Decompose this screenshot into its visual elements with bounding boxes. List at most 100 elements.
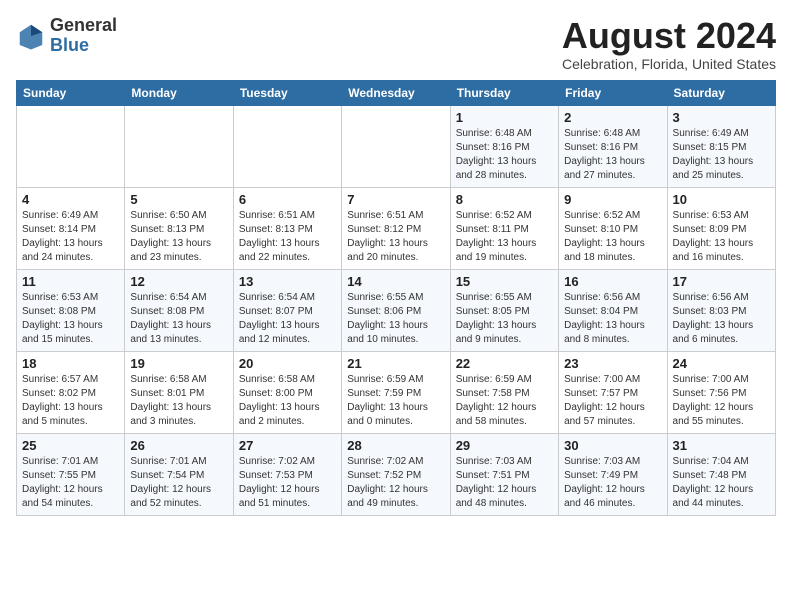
calendar-cell [125, 105, 233, 187]
day-number: 10 [673, 192, 770, 207]
day-info: Sunrise: 6:56 AM Sunset: 8:04 PM Dayligh… [564, 291, 661, 347]
calendar-cell: 14Sunrise: 6:55 AM Sunset: 8:06 PM Dayli… [342, 269, 450, 351]
calendar-cell: 29Sunrise: 7:03 AM Sunset: 7:51 PM Dayli… [450, 433, 558, 515]
calendar-cell: 6Sunrise: 6:51 AM Sunset: 8:13 PM Daylig… [233, 187, 341, 269]
logo-general-text: General [50, 16, 117, 36]
logo: General Blue [16, 16, 117, 56]
calendar-cell: 26 Sunrise: 7:01 AM Sunset: 7:54 PM Dayli… [125, 433, 233, 515]
calendar-cell: 12 Sunrise: 6:54 AM Sunset: 8:08 PM Dayli… [125, 269, 233, 351]
day-number: 26 [130, 438, 227, 453]
day-info: Sunrise: 6:52 AM Sunset: 8:11 PM Dayligh… [456, 209, 553, 265]
day-info: Sunrise: 7:02 AM Sunset: 7:52 PM Dayligh… [347, 455, 444, 511]
day-info: Sunrise: 6:55 AM Sunset: 8:06 PM Dayligh… [347, 291, 444, 347]
day-number: 20 [239, 356, 336, 371]
day-number: 25 [22, 438, 119, 453]
day-info: Sunrise: 6:49 AM Sunset: 8:15 PM Dayligh… [673, 127, 770, 183]
day-info: Sunrise: 6:50 AM Sunset: 8:13 PM Dayligh… [130, 209, 227, 265]
day-info: Sunrise: 6:57 AM Sunset: 8:02 PM Dayligh… [22, 373, 119, 429]
day-number: 12 [130, 274, 227, 289]
day-info: Sunrise: 7:04 AM Sunset: 7:48 PM Dayligh… [673, 455, 770, 511]
day-number: 28 [347, 438, 444, 453]
calendar-cell: 22 Sunrise: 6:59 AM Sunset: 7:58 PM Dayli… [450, 351, 558, 433]
calendar-cell [17, 105, 125, 187]
calendar-cell: 25Sunrise: 7:01 AM Sunset: 7:55 PM Dayli… [17, 433, 125, 515]
day-info: Sunrise: 6:51 AM Sunset: 8:13 PM Dayligh… [239, 209, 336, 265]
calendar-week-row: 11 Sunrise: 6:53 AM Sunset: 8:08 PM Dayli… [17, 269, 776, 351]
day-info: Sunrise: 6:58 AM Sunset: 8:01 PM Dayligh… [130, 373, 227, 429]
calendar-cell: 15Sunrise: 6:55 AM Sunset: 8:05 PM Dayli… [450, 269, 558, 351]
day-info: Sunrise: 6:53 AM Sunset: 8:08 PM Dayligh… [22, 291, 119, 347]
weekday-header-friday: Friday [559, 80, 667, 105]
day-number: 21 [347, 356, 444, 371]
calendar-cell: 24 Sunrise: 7:00 AM Sunset: 7:56 PM Dayli… [667, 351, 775, 433]
day-number: 19 [130, 356, 227, 371]
day-number: 23 [564, 356, 661, 371]
calendar-week-row: 1 Sunrise: 6:48 AM Sunset: 8:16 PM Daylig… [17, 105, 776, 187]
calendar-week-row: 18 Sunrise: 6:57 AM Sunset: 8:02 PM Dayli… [17, 351, 776, 433]
weekday-header-row: SundayMondayTuesdayWednesdayThursdayFrid… [17, 80, 776, 105]
calendar-cell: 18 Sunrise: 6:57 AM Sunset: 8:02 PM Dayli… [17, 351, 125, 433]
day-info: Sunrise: 6:54 AM Sunset: 8:07 PM Dayligh… [239, 291, 336, 347]
logo-icon [16, 21, 46, 51]
day-number: 3 [673, 110, 770, 125]
day-info: Sunrise: 6:48 AM Sunset: 8:16 PM Dayligh… [456, 127, 553, 183]
calendar-cell: 28 Sunrise: 7:02 AM Sunset: 7:52 PM Dayli… [342, 433, 450, 515]
day-number: 8 [456, 192, 553, 207]
day-number: 9 [564, 192, 661, 207]
calendar-cell: 1 Sunrise: 6:48 AM Sunset: 8:16 PM Daylig… [450, 105, 558, 187]
calendar-cell [233, 105, 341, 187]
calendar-cell: 27 Sunrise: 7:02 AM Sunset: 7:53 PM Dayli… [233, 433, 341, 515]
day-number: 24 [673, 356, 770, 371]
weekday-header-monday: Monday [125, 80, 233, 105]
calendar-cell: 10 Sunrise: 6:53 AM Sunset: 8:09 PM Dayli… [667, 187, 775, 269]
day-number: 1 [456, 110, 553, 125]
calendar-cell: 3 Sunrise: 6:49 AM Sunset: 8:15 PM Daylig… [667, 105, 775, 187]
calendar-cell: 13 Sunrise: 6:54 AM Sunset: 8:07 PM Dayli… [233, 269, 341, 351]
calendar-cell: 7Sunrise: 6:51 AM Sunset: 8:12 PM Daylig… [342, 187, 450, 269]
day-info: Sunrise: 7:01 AM Sunset: 7:54 PM Dayligh… [130, 455, 227, 511]
day-info: Sunrise: 6:54 AM Sunset: 8:08 PM Dayligh… [130, 291, 227, 347]
day-info: Sunrise: 7:02 AM Sunset: 7:53 PM Dayligh… [239, 455, 336, 511]
day-info: Sunrise: 6:55 AM Sunset: 8:05 PM Dayligh… [456, 291, 553, 347]
day-info: Sunrise: 7:03 AM Sunset: 7:51 PM Dayligh… [456, 455, 553, 511]
weekday-header-sunday: Sunday [17, 80, 125, 105]
day-number: 18 [22, 356, 119, 371]
day-info: Sunrise: 6:56 AM Sunset: 8:03 PM Dayligh… [673, 291, 770, 347]
logo-blue-text: Blue [50, 36, 117, 56]
day-number: 11 [22, 274, 119, 289]
day-info: Sunrise: 6:59 AM Sunset: 7:58 PM Dayligh… [456, 373, 553, 429]
day-info: Sunrise: 7:03 AM Sunset: 7:49 PM Dayligh… [564, 455, 661, 511]
day-number: 31 [673, 438, 770, 453]
weekday-header-tuesday: Tuesday [233, 80, 341, 105]
day-number: 16 [564, 274, 661, 289]
day-number: 5 [130, 192, 227, 207]
day-info: Sunrise: 6:53 AM Sunset: 8:09 PM Dayligh… [673, 209, 770, 265]
day-number: 13 [239, 274, 336, 289]
calendar-week-row: 4Sunrise: 6:49 AM Sunset: 8:14 PM Daylig… [17, 187, 776, 269]
title-block: August 2024 Celebration, Florida, United… [562, 16, 776, 72]
calendar-cell: 9Sunrise: 6:52 AM Sunset: 8:10 PM Daylig… [559, 187, 667, 269]
calendar-cell: 5 Sunrise: 6:50 AM Sunset: 8:13 PM Daylig… [125, 187, 233, 269]
day-number: 30 [564, 438, 661, 453]
page-header: General Blue August 2024 Celebration, Fl… [16, 16, 776, 72]
calendar-cell: 17 Sunrise: 6:56 AM Sunset: 8:03 PM Dayli… [667, 269, 775, 351]
day-info: Sunrise: 7:00 AM Sunset: 7:57 PM Dayligh… [564, 373, 661, 429]
calendar-cell: 23 Sunrise: 7:00 AM Sunset: 7:57 PM Dayli… [559, 351, 667, 433]
weekday-header-wednesday: Wednesday [342, 80, 450, 105]
day-info: Sunrise: 6:48 AM Sunset: 8:16 PM Dayligh… [564, 127, 661, 183]
day-info: Sunrise: 6:58 AM Sunset: 8:00 PM Dayligh… [239, 373, 336, 429]
day-number: 2 [564, 110, 661, 125]
calendar-cell: 31 Sunrise: 7:04 AM Sunset: 7:48 PM Dayli… [667, 433, 775, 515]
day-number: 27 [239, 438, 336, 453]
location-subtitle: Celebration, Florida, United States [562, 56, 776, 72]
day-info: Sunrise: 7:00 AM Sunset: 7:56 PM Dayligh… [673, 373, 770, 429]
calendar-cell: 20 Sunrise: 6:58 AM Sunset: 8:00 PM Dayli… [233, 351, 341, 433]
day-info: Sunrise: 6:51 AM Sunset: 8:12 PM Dayligh… [347, 209, 444, 265]
day-number: 17 [673, 274, 770, 289]
weekday-header-thursday: Thursday [450, 80, 558, 105]
calendar-table: SundayMondayTuesdayWednesdayThursdayFrid… [16, 80, 776, 516]
day-number: 22 [456, 356, 553, 371]
calendar-cell: 2 Sunrise: 6:48 AM Sunset: 8:16 PM Daylig… [559, 105, 667, 187]
calendar-cell: 8 Sunrise: 6:52 AM Sunset: 8:11 PM Daylig… [450, 187, 558, 269]
day-info: Sunrise: 6:59 AM Sunset: 7:59 PM Dayligh… [347, 373, 444, 429]
